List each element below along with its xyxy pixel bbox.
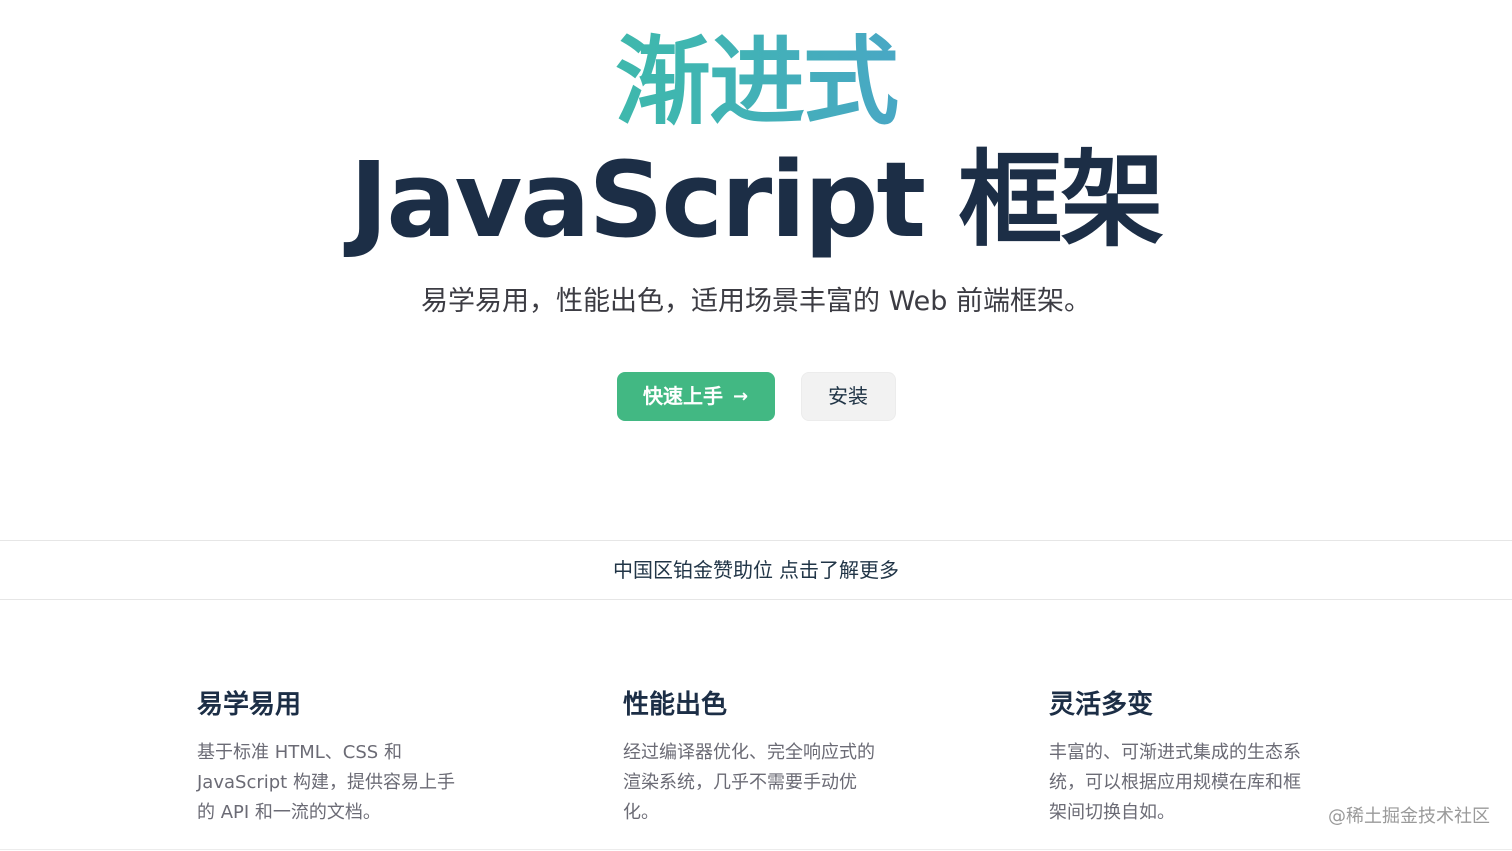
feature-title: 易学易用 bbox=[197, 690, 302, 720]
hero-headline: JavaScript 框架 bbox=[349, 139, 1165, 261]
feature-description: 经过编译器优化、完全响应式的 渲染系统，几乎不需要手动优 化。 bbox=[623, 738, 923, 828]
feature-line: 统，可以根据应用规模在库和框 bbox=[1049, 772, 1301, 793]
sponsor-cta-link[interactable]: 点击了解更多 bbox=[779, 558, 899, 582]
feature-versatile: 灵活多变 丰富的、可渐进式集成的生态系 统，可以根据应用规模在库和框 架间切换自… bbox=[1049, 686, 1349, 828]
install-button[interactable]: 安装 bbox=[800, 372, 896, 421]
feature-line: JavaScript 构建，提供容易上手 bbox=[197, 772, 455, 793]
sponsor-bar[interactable]: 中国区铂金赞助位 点击了解更多 bbox=[0, 540, 1512, 600]
hero-tagline: 渐进式 bbox=[0, 22, 1512, 142]
feature-description: 基于标准 HTML、CSS 和 JavaScript 构建，提供容易上手 的 A… bbox=[197, 738, 497, 828]
feature-line: 基于标准 HTML、CSS 和 bbox=[197, 742, 402, 763]
divider bbox=[0, 849, 1512, 850]
hero-actions: 快速上手 → 安装 bbox=[0, 372, 1512, 421]
feature-line: 渲染系统，几乎不需要手动优 bbox=[623, 772, 857, 793]
get-started-label: 快速上手 bbox=[642, 384, 723, 408]
feature-title: 性能出色 bbox=[623, 690, 728, 720]
feature-performant: 性能出色 经过编译器优化、完全响应式的 渲染系统，几乎不需要手动优 化。 bbox=[623, 686, 923, 828]
arrow-right-icon: → bbox=[732, 386, 749, 407]
feature-line: 经过编译器优化、完全响应式的 bbox=[623, 742, 875, 763]
feature-line: 的 API 和一流的文档。 bbox=[197, 802, 381, 823]
feature-description: 丰富的、可渐进式集成的生态系 统，可以根据应用规模在库和框 架间切换自如。 bbox=[1049, 738, 1349, 828]
watermark: @稀土掘金技术社区 bbox=[1328, 806, 1490, 827]
get-started-button[interactable]: 快速上手 → bbox=[616, 372, 775, 421]
feature-approachable: 易学易用 基于标准 HTML、CSS 和 JavaScript 构建，提供容易上… bbox=[197, 686, 497, 828]
sponsor-text: 中国区铂金赞助位 bbox=[613, 558, 773, 582]
feature-line: 丰富的、可渐进式集成的生态系 bbox=[1049, 742, 1301, 763]
hero-section: 渐进式 JavaScript 框架 易学易用，性能出色，适用场景丰富的 Web … bbox=[0, 0, 1512, 540]
hero-subtitle: 易学易用，性能出色，适用场景丰富的 Web 前端框架。 bbox=[420, 286, 1092, 317]
feature-title: 灵活多变 bbox=[1049, 690, 1154, 720]
features-section: 易学易用 基于标准 HTML、CSS 和 JavaScript 构建，提供容易上… bbox=[197, 686, 1397, 836]
feature-line: 架间切换自如。 bbox=[1049, 802, 1175, 823]
vue-homepage: 渐进式 JavaScript 框架 易学易用，性能出色，适用场景丰富的 Web … bbox=[0, 0, 1512, 851]
feature-line: 化。 bbox=[623, 802, 659, 823]
